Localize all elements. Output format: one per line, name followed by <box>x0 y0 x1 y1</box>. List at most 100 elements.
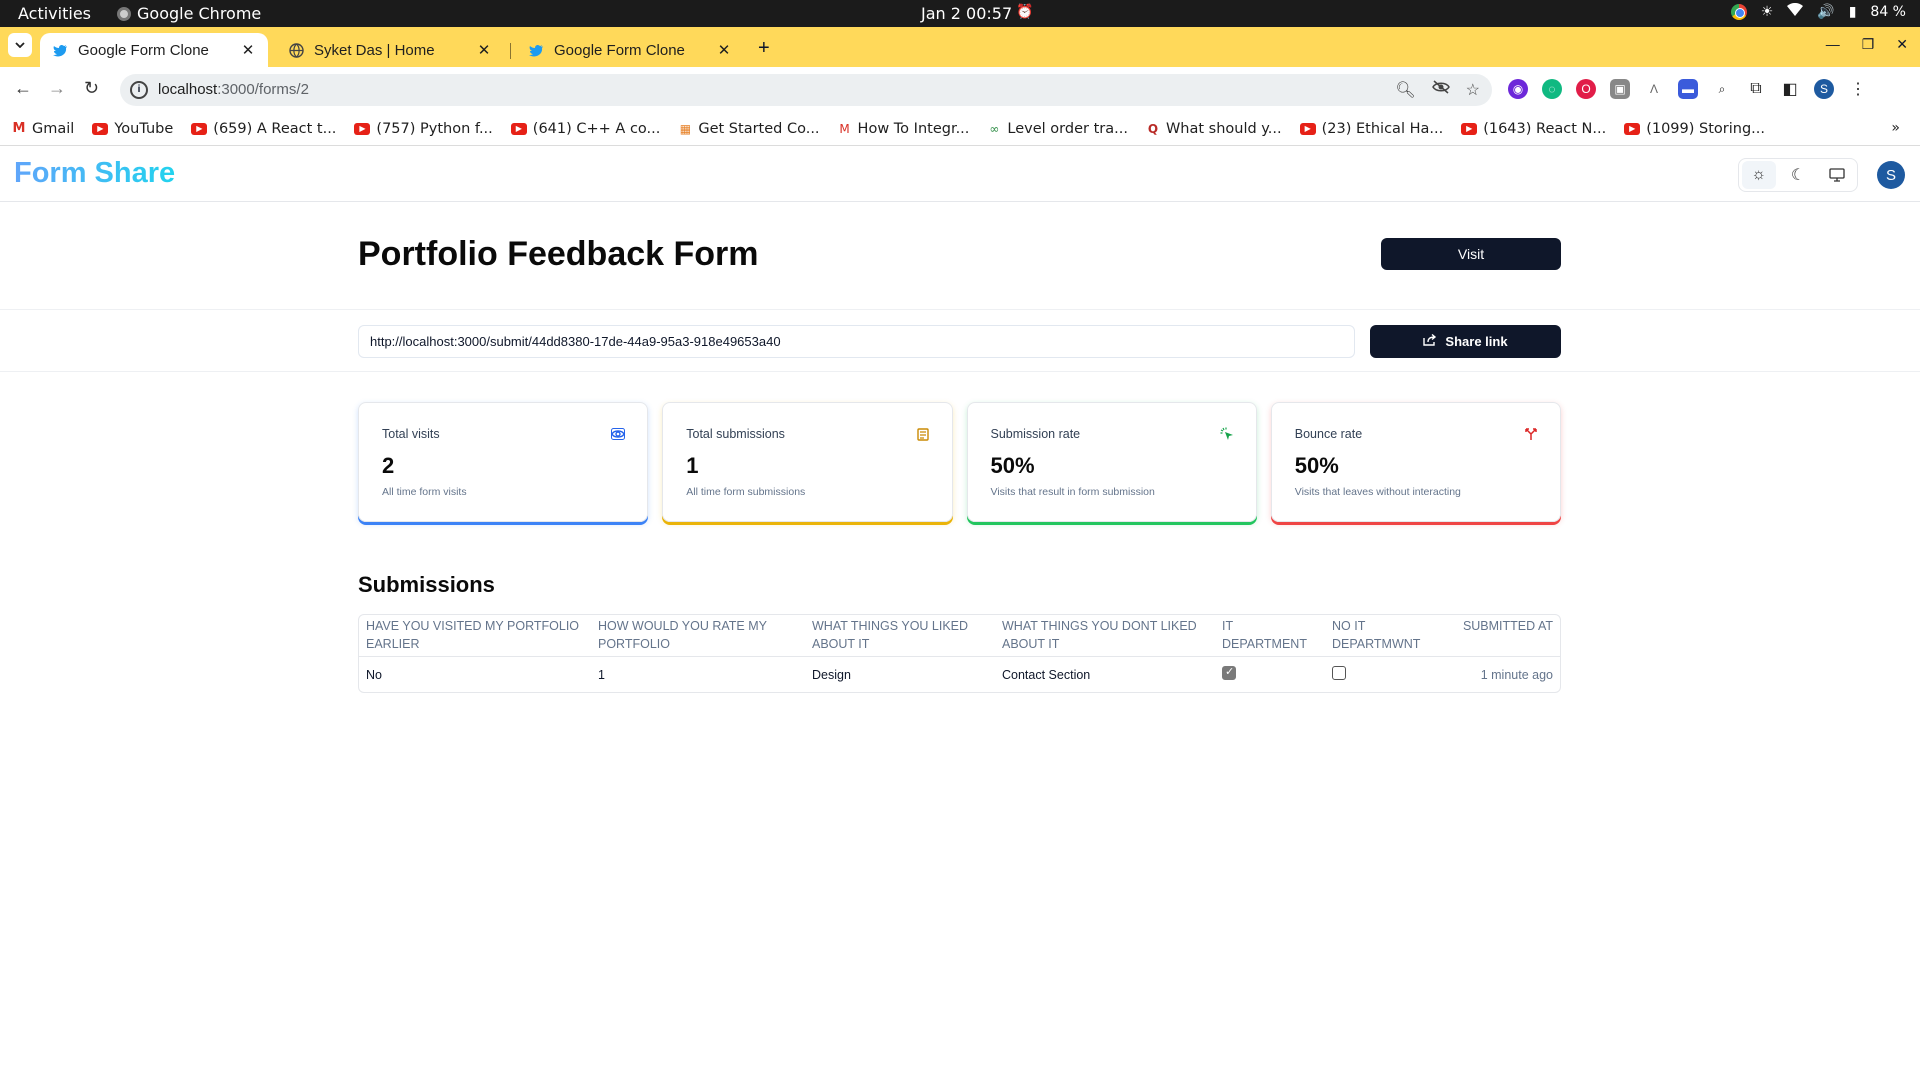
bookmark-item[interactable]: Q What should y... <box>1146 121 1282 137</box>
close-tab-icon[interactable]: ✕ <box>474 41 494 59</box>
close-tab-icon[interactable]: ✕ <box>238 41 258 59</box>
extension-icon[interactable]: ◌ <box>1542 79 1562 99</box>
youtube-icon: ▶ <box>1299 122 1316 135</box>
chrome-tray-icon[interactable] <box>1730 4 1747 20</box>
search-icon[interactable]: ⌕ <box>1712 79 1732 99</box>
stat-value: 50% <box>1294 453 1339 478</box>
monitor-icon[interactable] <box>1820 161 1854 189</box>
visit-button[interactable]: Visit <box>1381 238 1561 270</box>
site-info-icon[interactable]: i <box>130 81 148 99</box>
bookmark-item[interactable]: ▶ (1643) React N... <box>1461 121 1606 137</box>
bookmark-item[interactable]: ▶ (23) Ethical Ha... <box>1299 120 1444 137</box>
stat-value: 50% <box>990 453 1035 478</box>
bookmark-item[interactable]: ▶ YouTube <box>92 121 173 137</box>
cell-disliked: Contact Section <box>1002 667 1091 682</box>
share-url-input[interactable] <box>358 325 1355 358</box>
bookmark-label: YouTube <box>114 120 174 137</box>
tab-google-form-clone-2[interactable]: Google Form Clone ✕ <box>516 33 744 67</box>
tab-title: Google Form Clone <box>554 41 685 59</box>
stat-card-submission-rate: Submission rate 50% Visits that result i… <box>966 402 1257 522</box>
bookmark-item[interactable]: ▶ (641) C++ A co... <box>510 120 661 137</box>
bookmark-label: (659) A React t... <box>213 120 337 137</box>
tab-title: Syket Das | Home <box>314 41 435 59</box>
column-header: Have you visited my portfolio earlier <box>359 615 591 657</box>
bookmark-item[interactable]: ▶ (757) Python f... <box>354 120 493 137</box>
extension-icon[interactable]: ◉ <box>1508 79 1528 99</box>
bookmark-label: (757) Python f... <box>376 120 493 137</box>
sidebar-icon[interactable]: ◧ <box>1780 79 1800 99</box>
app-header: Form Share ☼ ☾ S <box>0 147 1920 202</box>
stat-title: Total visits <box>382 427 440 441</box>
share-icon <box>1423 333 1437 349</box>
twitter-bird-icon <box>528 42 544 58</box>
tab-google-form-clone[interactable]: Google Form Clone ✕ <box>40 33 268 67</box>
submissions-table: Have you visited my portfolio earlier Ho… <box>358 614 1561 693</box>
sun-icon[interactable]: ☼ <box>1741 161 1776 189</box>
cell-rating: 1 <box>598 667 605 682</box>
user-avatar[interactable]: S <box>1877 161 1905 189</box>
forward-arrow-icon[interactable]: → <box>48 78 66 99</box>
it-department-checkbox[interactable] <box>1222 665 1236 680</box>
wifi-icon <box>1787 2 1804 21</box>
reload-icon[interactable]: ↻ <box>84 78 99 99</box>
app-logo[interactable]: Form Share <box>14 157 175 190</box>
stat-card-total-visits: Total visits 2 All time form visits <box>358 402 649 522</box>
close-window-icon[interactable]: ✕ <box>1896 36 1908 53</box>
cell-it-department <box>1215 657 1325 692</box>
split-arrow-icon <box>1524 427 1538 441</box>
share-link-button[interactable]: Share link <box>1370 325 1561 358</box>
puzzle-icon[interactable]: ⧉ <box>1746 79 1766 99</box>
bookmark-item[interactable]: ∞ Level order tra... <box>987 121 1128 137</box>
system-tray[interactable]: ☀ 🔊 ▮ 84 % <box>1730 2 1906 21</box>
bookmark-label: (641) C++ A co... <box>532 120 661 137</box>
bookmark-item[interactable]: ▶ (1099) Storing... <box>1624 121 1765 137</box>
eye-icon <box>611 427 626 441</box>
app-menu[interactable]: Google Chrome <box>117 4 261 23</box>
no-it-department-checkbox[interactable] <box>1332 666 1346 680</box>
bookmark-star-icon[interactable]: ☆ <box>1466 80 1480 100</box>
bookmarks-bar: M Gmail ▶ YouTube ▶ (659) A React t... ▶ (75… <box>0 112 1920 146</box>
url-text[interactable]: localhost:3000/forms/2 <box>158 81 309 98</box>
tab-syket-das-home[interactable]: Syket Das | Home ✕ <box>276 33 504 67</box>
stat-title: Bounce rate <box>1294 427 1363 441</box>
kebab-menu-icon[interactable]: ⋮ <box>1848 79 1868 99</box>
opera-icon[interactable]: O <box>1576 79 1596 99</box>
maximize-icon[interactable]: ❐ <box>1862 36 1875 53</box>
stat-subtitle: Visits that leaves without interacting <box>1294 486 1461 498</box>
address-bar[interactable]: i localhost:3000/forms/2 🔍︎ ☆ <box>120 74 1492 106</box>
more-bookmarks-icon[interactable]: » <box>1891 120 1900 136</box>
column-header: What things you liked about it <box>805 615 995 657</box>
chrome-app-icon <box>117 6 131 21</box>
gfg-icon: ∞ <box>989 121 1000 136</box>
cell-visited: No <box>366 667 382 682</box>
bookmark-item[interactable]: M Gmail <box>12 121 75 137</box>
bookmark-item[interactable]: M How To Integr... <box>838 121 969 137</box>
profile-avatar[interactable]: S <box>1814 79 1834 99</box>
gmail-icon: M <box>12 121 26 136</box>
minimize-icon[interactable]: — <box>1826 36 1840 53</box>
clock[interactable]: Jan 2 00:57 <box>921 4 1012 23</box>
globe-icon <box>288 42 304 58</box>
back-arrow-icon[interactable]: ← <box>14 78 32 99</box>
bookmark-item[interactable]: ▶ (659) A React t... <box>191 121 336 137</box>
tab-search-button[interactable] <box>8 33 32 57</box>
share-link-label: Share link <box>1445 334 1508 349</box>
moon-icon[interactable]: ☾ <box>1781 161 1815 189</box>
close-tab-icon[interactable]: ✕ <box>714 41 734 59</box>
app-name: Google Chrome <box>137 4 262 23</box>
medium-icon: M <box>839 121 850 136</box>
theme-switcher: ☼ ☾ <box>1738 158 1858 192</box>
eye-slash-icon[interactable] <box>1431 80 1450 100</box>
stat-subtitle: All time form submissions <box>686 486 806 498</box>
bookmark-label: (23) Ethical Ha... <box>1321 120 1444 137</box>
extension-icon[interactable]: Λ <box>1644 79 1664 99</box>
column-header: Submitted at <box>1445 615 1560 657</box>
cell-liked: Design <box>812 667 851 682</box>
extension-icon[interactable]: ▣ <box>1610 79 1630 99</box>
extension-icon[interactable]: ▬ <box>1678 79 1698 99</box>
new-tab-button[interactable]: + <box>758 37 770 60</box>
activities-button[interactable]: Activities <box>18 4 91 23</box>
zoom-icon[interactable]: 🔍︎ <box>1395 80 1415 100</box>
bookmark-item[interactable]: ▦ Get Started Co... <box>678 121 820 137</box>
stat-subtitle: All time form visits <box>382 486 467 498</box>
